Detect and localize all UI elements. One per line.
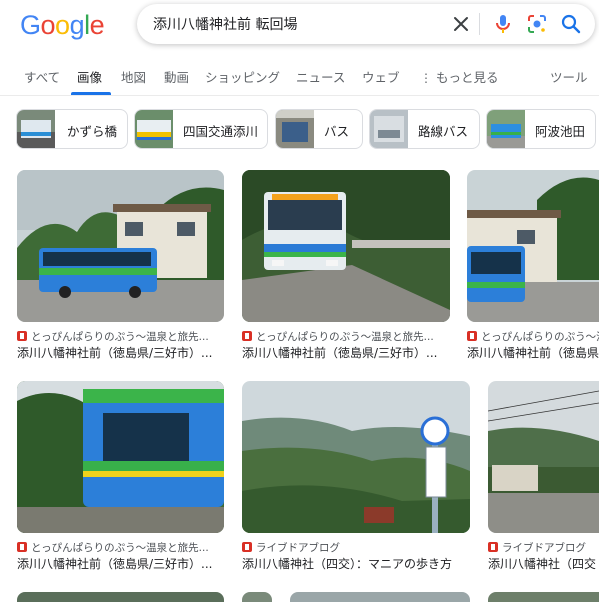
search-box[interactable]: 添川八幡神社前 転回場 xyxy=(137,4,595,44)
chip-thumbnail xyxy=(276,110,314,148)
tab-news[interactable]: ニュース xyxy=(296,67,345,86)
site-favicon-icon xyxy=(242,331,252,341)
chip-bus[interactable]: バス xyxy=(275,109,363,149)
result-title[interactable]: 添川八幡神社前（徳島県/三好市）... xyxy=(242,344,450,361)
search-tabs: すべて 画像 地図 動画 ショッピング ニュース ウェブ ⋮ もっと見る ツール xyxy=(0,58,599,96)
image-result-partial[interactable] xyxy=(488,592,599,602)
image-result[interactable]: とっぴんぱらりのぷう～温泉と旅先... 添川八幡神社前（徳島県/三好市）... xyxy=(242,170,450,362)
result-title[interactable]: 添川八幡神社前（徳島県/三好市）... xyxy=(17,344,224,361)
image-result[interactable]: ライブドアブログ 添川八幡神社（四交 xyxy=(488,381,599,573)
image-result-partial[interactable] xyxy=(242,592,272,602)
site-favicon-icon xyxy=(17,331,27,341)
chip-label: かずら橋 xyxy=(67,124,118,139)
chip-rosen-bus[interactable]: 路線バス xyxy=(369,109,480,149)
chip-label: 阿波池田 xyxy=(535,124,586,139)
result-thumbnail[interactable] xyxy=(242,381,470,533)
image-result-partial[interactable] xyxy=(290,592,470,602)
result-source[interactable]: とっぴんぱらりのぷう～温泉と旅先... xyxy=(17,329,224,344)
search-input[interactable]: 添川八幡神社前 転回場 xyxy=(153,14,297,34)
result-thumbnail[interactable] xyxy=(488,381,599,533)
tab-maps[interactable]: 地図 xyxy=(121,67,146,86)
chip-label: 四国交通添川 xyxy=(183,124,259,139)
site-favicon-icon xyxy=(17,542,27,552)
result-source-label: とっぴんぱらりのぷう～温泉と旅先... xyxy=(481,331,599,343)
clear-icon[interactable] xyxy=(449,12,473,36)
result-source[interactable]: ライブドアブログ xyxy=(242,540,470,555)
active-tab-indicator xyxy=(71,92,111,95)
tab-tools[interactable]: ツール xyxy=(550,67,588,86)
result-title[interactable]: 添川八幡神社前（徳島県 xyxy=(467,344,599,361)
result-thumbnail[interactable] xyxy=(17,170,224,322)
chip-label: 路線バス xyxy=(418,124,469,139)
result-source[interactable]: とっぴんぱらりのぷう～温泉と旅先... xyxy=(467,329,599,344)
result-source-label: ライブドアブログ xyxy=(256,542,340,554)
google-logo[interactable]: Google xyxy=(20,10,105,41)
result-source-label: ライブドアブログ xyxy=(502,542,586,554)
result-source-label: とっぴんぱらりのぷう～温泉と旅先... xyxy=(31,542,209,554)
tab-shopping[interactable]: ショッピング xyxy=(205,67,280,86)
chip-thumbnail xyxy=(135,110,173,148)
chip-awa-ikeda[interactable]: 阿波池田 xyxy=(486,109,596,149)
tab-more-label: もっと見る xyxy=(435,70,499,85)
result-title[interactable]: 添川八幡神社（四交）：マニアの歩き方 xyxy=(242,555,470,572)
result-source[interactable]: とっぴんぱらりのぷう～温泉と旅先... xyxy=(17,540,224,555)
site-favicon-icon xyxy=(488,542,498,552)
chip-shikoku-kotsu[interactable]: 四国交通添川 xyxy=(134,109,268,149)
lens-icon[interactable] xyxy=(525,12,549,36)
result-thumbnail[interactable] xyxy=(467,170,599,322)
tab-all[interactable]: すべて xyxy=(24,67,60,86)
result-thumbnail[interactable] xyxy=(17,381,224,533)
result-source[interactable]: ライブドアブログ xyxy=(488,540,599,555)
image-result[interactable]: とっぴんぱらりのぷう～温泉と旅先... 添川八幡神社前（徳島県/三好市）... xyxy=(17,170,224,362)
chip-thumbnail xyxy=(370,110,408,148)
site-favicon-icon xyxy=(467,331,477,341)
tab-images[interactable]: 画像 xyxy=(77,67,102,86)
result-title[interactable]: 添川八幡神社（四交 xyxy=(488,555,599,572)
result-thumbnail[interactable] xyxy=(242,170,450,322)
tab-videos[interactable]: 動画 xyxy=(164,67,189,86)
search-icon[interactable] xyxy=(559,12,583,36)
site-favicon-icon xyxy=(242,542,252,552)
tab-web[interactable]: ウェブ xyxy=(362,67,400,86)
microphone-icon[interactable] xyxy=(491,12,515,36)
image-result-partial[interactable] xyxy=(17,592,224,602)
result-source-label: とっぴんぱらりのぷう～温泉と旅先... xyxy=(31,331,209,343)
chip-thumbnail xyxy=(17,110,55,148)
result-title[interactable]: 添川八幡神社前（徳島県/三好市）... xyxy=(17,555,224,572)
image-result[interactable]: ライブドアブログ 添川八幡神社（四交）：マニアの歩き方 xyxy=(242,381,470,573)
image-result[interactable]: とっぴんぱらりのぷう～温泉と旅先... 添川八幡神社前（徳島県/三好市）... xyxy=(17,381,224,573)
result-source[interactable]: とっぴんぱらりのぷう～温泉と旅先... xyxy=(242,329,450,344)
search-divider xyxy=(479,13,480,35)
image-result[interactable]: とっぴんぱらりのぷう～温泉と旅先... 添川八幡神社前（徳島県 xyxy=(467,170,599,362)
chip-thumbnail xyxy=(487,110,525,148)
chip-kazurabashi[interactable]: かずら橋 xyxy=(16,109,128,149)
more-vert-icon: ⋮ xyxy=(420,71,432,85)
result-source-label: とっぴんぱらりのぷう～温泉と旅先... xyxy=(256,331,434,343)
chip-label: バス xyxy=(324,124,350,139)
tab-more[interactable]: ⋮ もっと見る xyxy=(420,67,499,86)
